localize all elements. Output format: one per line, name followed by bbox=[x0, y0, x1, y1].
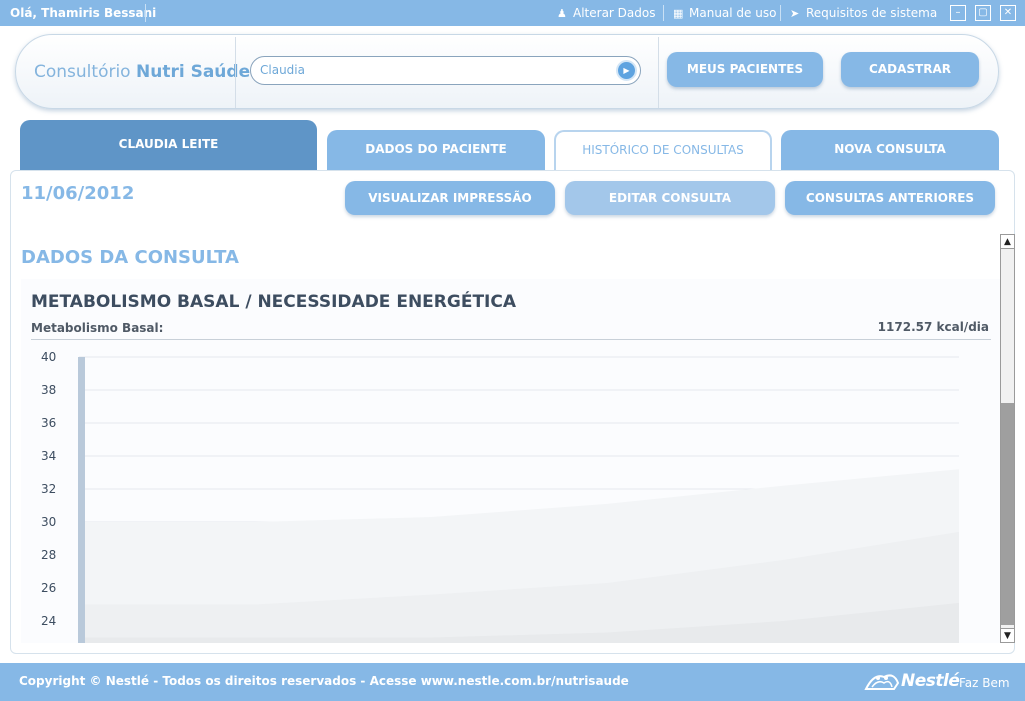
y-tick-label: 36 bbox=[41, 416, 56, 430]
manual-de-uso-label: Manual de uso bbox=[689, 6, 777, 20]
tab-historico-de-consultas[interactable]: HISTÓRICO DE CONSULTAS bbox=[554, 130, 772, 172]
metabolism-chart: 40 38 36 34 32 30 28 26 24 bbox=[41, 350, 959, 643]
y-tick-label: 28 bbox=[41, 548, 56, 562]
chart-bar bbox=[78, 357, 85, 643]
nestle-nest-logo bbox=[864, 674, 900, 690]
meus-pacientes-button[interactable]: MEUS PACIENTES bbox=[667, 52, 823, 87]
arrow-up-icon: ▲ bbox=[1004, 237, 1011, 247]
book-icon: ▦ bbox=[673, 7, 684, 20]
consult-date: 11/06/2012 bbox=[21, 183, 135, 204]
brand-prefix: Consultório bbox=[34, 62, 131, 82]
y-tick-label: 32 bbox=[41, 482, 56, 496]
vertical-scrollbar[interactable]: ▲ ▼ bbox=[1000, 234, 1015, 643]
close-button[interactable]: ✕ bbox=[1000, 5, 1016, 21]
divider bbox=[658, 37, 659, 108]
minimize-icon: – bbox=[955, 7, 961, 18]
tab-nova-consulta[interactable]: NOVA CONSULTA bbox=[781, 130, 999, 172]
slogan: Faz Bem bbox=[959, 676, 1010, 690]
tab-dados-do-paciente[interactable]: DADOS DO PACIENTE bbox=[327, 130, 545, 172]
user-greeting: Olá, Thamiris Bessani bbox=[10, 6, 157, 20]
visualizar-impressao-button[interactable]: VISUALIZAR IMPRESSÃO bbox=[345, 181, 555, 215]
divider bbox=[780, 5, 781, 21]
metabolismo-basal-value: 1172.57 kcal/dia bbox=[877, 320, 989, 334]
requisitos-label: Requisitos de sistema bbox=[806, 6, 938, 20]
scroll-down-button[interactable]: ▼ bbox=[1001, 628, 1014, 642]
y-tick-label: 40 bbox=[41, 350, 56, 364]
people-icon: ♟ bbox=[557, 7, 567, 20]
play-icon: ▶ bbox=[623, 66, 630, 75]
editar-consulta-button[interactable]: EDITAR CONSULTA bbox=[565, 181, 775, 215]
manual-de-uso-link[interactable]: ▦ Manual de uso bbox=[673, 6, 776, 20]
patient-name-tab: CLAUDIA LEITE bbox=[20, 120, 317, 170]
alterar-dados-link[interactable]: ♟ Alterar Dados bbox=[557, 6, 655, 20]
divider bbox=[663, 5, 664, 21]
scroll-up-button[interactable]: ▲ bbox=[1001, 235, 1014, 249]
brand-name: Nutri Saúde bbox=[136, 62, 251, 82]
card-title: METABOLISMO BASAL / NECESSIDADE ENERGÉTI… bbox=[31, 292, 517, 312]
alterar-dados-label: Alterar Dados bbox=[573, 6, 656, 20]
metabolism-card: METABOLISMO BASAL / NECESSIDADE ENERGÉTI… bbox=[21, 279, 1001, 643]
metabolismo-basal-label: Metabolismo Basal: bbox=[31, 321, 164, 335]
y-tick-label: 26 bbox=[41, 581, 56, 595]
app-brand: Consultório Nutri Saúde bbox=[34, 62, 250, 82]
footer: Copyright © Nestlé - Todos os direitos r… bbox=[0, 663, 1025, 701]
divider bbox=[235, 37, 236, 108]
copyright-text: Copyright © Nestlé - Todos os direitos r… bbox=[19, 674, 629, 688]
arrow-down-icon: ▼ bbox=[1004, 631, 1011, 641]
patient-search: ▶ bbox=[250, 56, 641, 85]
y-tick-label: 34 bbox=[41, 449, 56, 463]
tag-icon: ➤ bbox=[790, 7, 800, 20]
search-go-button[interactable]: ▶ bbox=[616, 60, 637, 81]
app-header: Consultório Nutri Saúde ▶ MEUS PACIENTES… bbox=[15, 34, 999, 109]
divider bbox=[145, 4, 146, 22]
consultas-anteriores-button[interactable]: CONSULTAS ANTERIORES bbox=[785, 181, 995, 215]
consult-panel: 11/06/2012 VISUALIZAR IMPRESSÃO EDITAR C… bbox=[10, 170, 1015, 654]
maximize-icon: ▢ bbox=[978, 7, 988, 18]
y-tick-label: 38 bbox=[41, 383, 56, 397]
maximize-button[interactable]: ▢ bbox=[975, 5, 991, 21]
requisitos-link[interactable]: ➤ Requisitos de sistema bbox=[790, 6, 937, 20]
close-icon: ✕ bbox=[1003, 7, 1013, 18]
nestle-logo-text: Nestlé bbox=[901, 671, 960, 691]
scroll-thumb[interactable] bbox=[1001, 403, 1014, 625]
cadastrar-button[interactable]: CADASTRAR bbox=[841, 52, 979, 87]
section-title: DADOS DA CONSULTA bbox=[21, 247, 239, 268]
search-input[interactable] bbox=[260, 63, 600, 77]
y-tick-label: 30 bbox=[41, 515, 56, 529]
minimize-button[interactable]: – bbox=[950, 5, 966, 21]
y-tick-label: 24 bbox=[41, 614, 56, 628]
top-bar: Olá, Thamiris Bessani ♟ Alterar Dados ▦ Ma… bbox=[0, 0, 1025, 26]
divider bbox=[31, 339, 991, 340]
